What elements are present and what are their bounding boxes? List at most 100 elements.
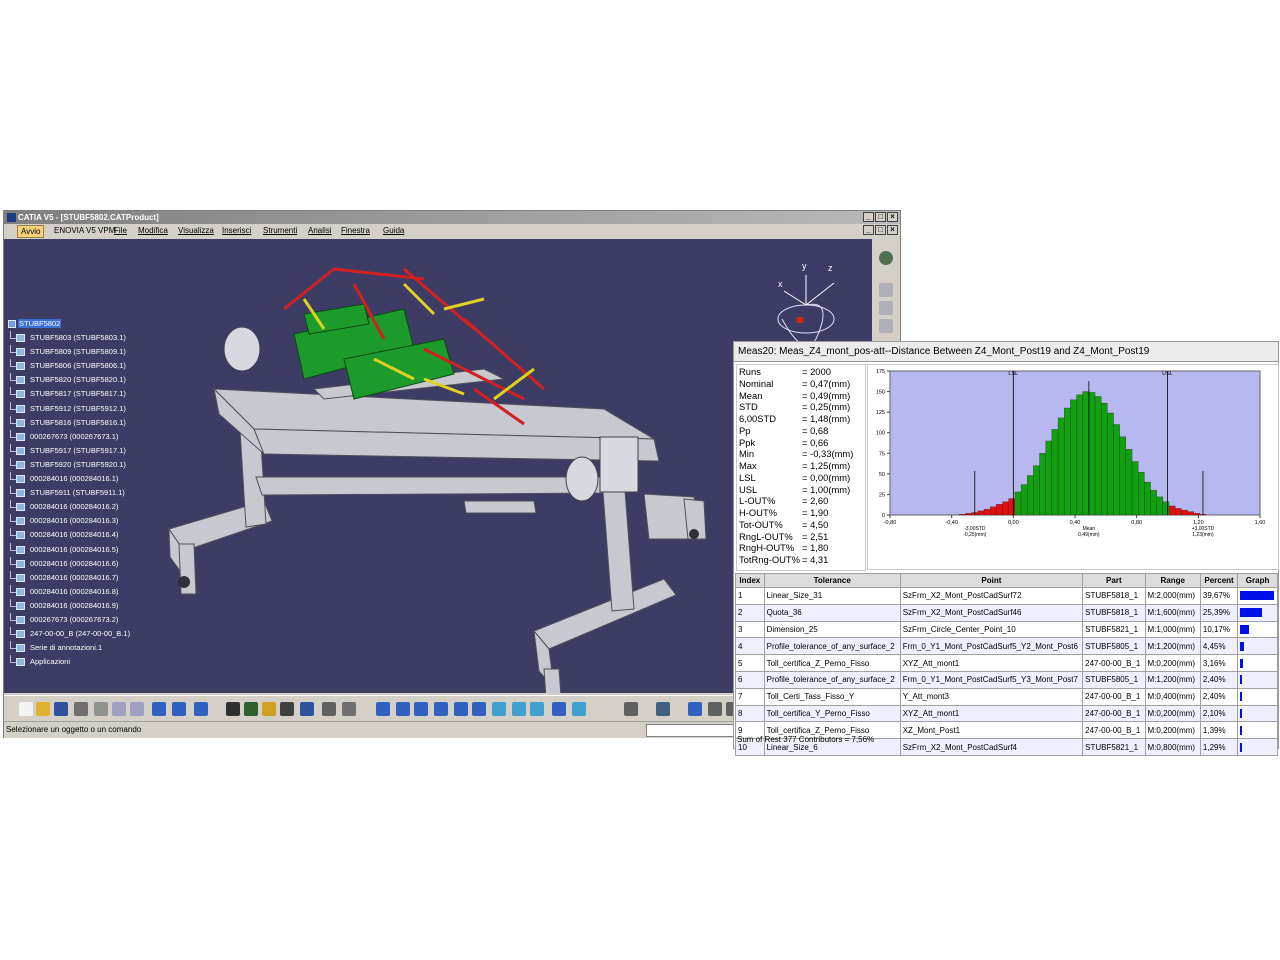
gear-icon[interactable]	[879, 251, 893, 265]
tree-node[interactable]: Serie di annotazioni.1	[8, 641, 130, 655]
pan-icon[interactable]	[414, 702, 428, 716]
swap-icon[interactable]	[572, 702, 586, 716]
light-icon[interactable]	[262, 702, 276, 716]
tree-node[interactable]: 000284016 (000284016.5)	[8, 542, 130, 557]
product-icon[interactable]	[879, 319, 893, 333]
tree-node[interactable]: 000284016 (000284016.7)	[8, 570, 130, 585]
menu-guida[interactable]: Guida	[383, 224, 404, 238]
formula-icon[interactable]	[226, 702, 240, 716]
catalog-icon[interactable]	[342, 702, 356, 716]
tree-node[interactable]: 000284016 (000284016.9)	[8, 598, 130, 613]
open-icon[interactable]	[36, 702, 50, 716]
tree-node[interactable]: STUBF5911 (STUBF5911.1)	[8, 486, 130, 500]
menu-avvio[interactable]: Avvio	[17, 225, 45, 238]
stat-value: = 2,51	[802, 530, 829, 542]
doc-minimize-button[interactable]: _	[863, 225, 874, 235]
tree-node[interactable]: 000284016 (000284016.1)	[8, 472, 130, 486]
zoom-in-icon[interactable]	[454, 702, 468, 716]
redo-icon[interactable]	[172, 702, 186, 716]
section-icon[interactable]	[688, 702, 702, 716]
help-icon[interactable]	[194, 702, 208, 716]
compare-icon[interactable]	[708, 702, 722, 716]
hide-show-icon[interactable]	[552, 702, 566, 716]
table-row[interactable]: 5 Toll_certifica_Z_Perno_Fisso XYZ_Att_mon…	[735, 654, 1278, 672]
tree-node[interactable]: STUBF5816 (STUBF5816.1)	[8, 415, 130, 430]
command-input[interactable]	[646, 724, 738, 737]
menu-analisi[interactable]: Analisi	[308, 224, 332, 238]
fit-all-icon[interactable]	[396, 702, 410, 716]
undo-icon[interactable]	[152, 702, 166, 716]
tree-node[interactable]: STUBF5806 (STUBF5806.1)	[8, 359, 130, 373]
constraint-icon[interactable]	[879, 301, 893, 315]
new-icon[interactable]	[19, 702, 33, 716]
table-row[interactable]: 7 Toll_Certi_Tass_Fisso_Y Y_Att_mont3 247-0…	[735, 687, 1278, 706]
camera-icon[interactable]	[624, 702, 638, 716]
print-icon[interactable]	[74, 702, 88, 716]
column-header[interactable]: Tolerance	[763, 573, 901, 588]
tree-node[interactable]: Applicazioni	[8, 655, 130, 669]
analysis-icon[interactable]	[300, 702, 314, 716]
maximize-button[interactable]: □	[875, 212, 886, 222]
tree-node[interactable]: STUBF5803 (STUBF5803.1)	[8, 331, 130, 345]
rotate-icon[interactable]	[434, 702, 448, 716]
doc-close-button[interactable]: ×	[887, 225, 898, 235]
table-row[interactable]: 8 Toll_certifica_Y_Perno_Fisso XYZ_Att_mon…	[735, 704, 1278, 723]
tree-node[interactable]: STUBF5920 (STUBF5920.1)	[8, 457, 130, 472]
column-header[interactable]: Graph	[1237, 573, 1278, 588]
close-button[interactable]: ×	[887, 212, 898, 222]
comment-icon[interactable]	[244, 702, 258, 716]
paste-icon[interactable]	[130, 702, 144, 716]
measure-icon[interactable]	[322, 702, 336, 716]
histogram-bar	[1033, 465, 1040, 516]
tree-node[interactable]: 000284016 (000284016.6)	[8, 556, 130, 571]
stat-key: USL	[739, 483, 758, 495]
menu-modifica[interactable]: Modifica	[138, 224, 168, 238]
save-icon[interactable]	[54, 702, 68, 716]
cut-icon[interactable]	[94, 702, 108, 716]
view-mode-icon[interactable]	[530, 702, 544, 716]
column-header[interactable]: Point	[899, 573, 1084, 588]
table-row[interactable]: 2 Quota_36 SzFrm_X2_Mont_PostCadSurf46 STUB…	[735, 603, 1278, 622]
column-header[interactable]: Percent	[1199, 573, 1239, 588]
publish-icon[interactable]	[656, 702, 670, 716]
menu-enovia[interactable]: ENOVIA V5 VPM	[54, 224, 115, 238]
menu-strumenti[interactable]: Strumenti	[263, 224, 297, 238]
zoom-out-icon[interactable]	[472, 702, 486, 716]
table-row[interactable]: 3 Dimension_25 SzFrm_Circle_Center_Point_1…	[735, 620, 1278, 639]
table-row[interactable]: 1 Linear_Size_31 SzFrm_X2_Mont_PostCadSurf…	[735, 587, 1278, 605]
tree-node[interactable]: STUBF5817 (STUBF5817.1)	[8, 387, 130, 401]
column-header[interactable]: Range	[1144, 573, 1201, 588]
minimize-button[interactable]: _	[863, 212, 874, 222]
tree-node[interactable]: 000284016 (000284016.2)	[8, 500, 130, 514]
tree-node[interactable]: 000284016 (000284016.4)	[8, 528, 130, 542]
stats-list: Runs = 2000 Nominal = 0,47(mm) Mean = 0,49(mm…	[736, 364, 866, 571]
iso-view-icon[interactable]	[512, 702, 526, 716]
tree-node[interactable]: STUBF5917 (STUBF5917.1)	[8, 443, 130, 458]
snap-icon[interactable]	[376, 702, 390, 716]
column-header[interactable]: Part	[1082, 573, 1146, 588]
table-icon[interactable]	[280, 702, 294, 716]
assembly-icon[interactable]	[879, 283, 893, 297]
menu-visualizza[interactable]: Visualizza	[178, 224, 214, 238]
table-row[interactable]: 4 Profile_tolerance_of_any_surface_2 Frm_0…	[735, 637, 1278, 656]
tree-root[interactable]: STUBF5802	[8, 317, 130, 331]
menu-inserisci[interactable]: Inserisci	[222, 224, 251, 238]
menu-file[interactable]: File	[114, 224, 127, 238]
tree-node[interactable]: STUBF5820 (STUBF5820.1)	[8, 373, 130, 387]
menu-finestra[interactable]: Finestra	[341, 224, 370, 238]
tree-node[interactable]: 000284016 (000284016.8)	[8, 584, 130, 599]
tree-node[interactable]: STUBF5809 (STUBF5809.1)	[8, 345, 130, 359]
tree-node[interactable]: 000267673 (000267673.2)	[8, 612, 130, 627]
tree-node[interactable]: 000284016 (000284016.3)	[8, 514, 130, 528]
tree-node[interactable]: STUBF5912 (STUBF5912.1)	[8, 401, 130, 416]
tree-node[interactable]: 247-00-00_B (247-00-00_B.1)	[8, 627, 130, 641]
column-header[interactable]: Index	[735, 573, 765, 588]
stat-key: Pp	[739, 424, 751, 436]
tree-node[interactable]: 000267673 (000267673.1)	[8, 429, 130, 444]
copy-icon[interactable]	[112, 702, 126, 716]
doc-restore-button[interactable]: □	[875, 225, 886, 235]
table-row[interactable]: 6 Profile_tolerance_of_any_surface_2 Frm_0…	[735, 670, 1278, 689]
y-tick-label: 75	[879, 451, 885, 457]
histogram-bar	[1014, 491, 1022, 516]
normal-view-icon[interactable]	[492, 702, 506, 716]
